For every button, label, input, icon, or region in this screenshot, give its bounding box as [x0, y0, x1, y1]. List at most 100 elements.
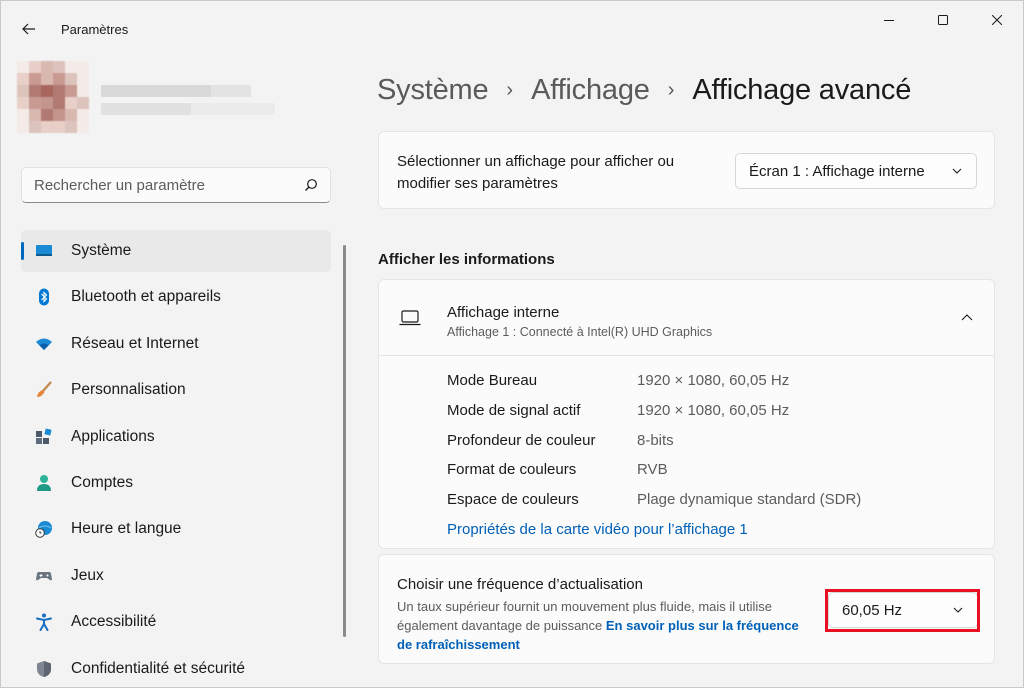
- wifi-icon: [36, 338, 52, 350]
- sidebar-item-label: Heure et langue: [71, 520, 182, 538]
- info-key: Espace de couleurs: [447, 491, 579, 508]
- chevron-up-icon[interactable]: [961, 313, 973, 321]
- avatar-pixel: [29, 61, 41, 73]
- page-title: Affichage avancé: [692, 73, 912, 106]
- sidebar-item-label: Jeux: [71, 566, 104, 584]
- adapter-properties-link[interactable]: Propriétés de la carte vidéo pour l’affi…: [447, 521, 748, 538]
- avatar-pixel: [77, 97, 89, 109]
- breadcrumb-systeme[interactable]: Système: [377, 74, 489, 107]
- sidebar-item-label: Bluetooth et appareils: [71, 288, 221, 306]
- info-value: RVB: [637, 461, 668, 478]
- accessibility-icon: [36, 613, 52, 632]
- avatar-pixel: [41, 85, 53, 97]
- avatar-pixel: [53, 121, 65, 133]
- display-select-label: Sélectionner un affichage pour afficher …: [397, 153, 675, 192]
- sidebar-item-label: Système: [71, 242, 132, 259]
- shield-icon: [37, 660, 51, 677]
- avatar[interactable]: [17, 61, 89, 133]
- laptop-icon: [399, 310, 421, 326]
- avatar-pixel: [53, 97, 65, 109]
- bluetooth-icon: [39, 288, 49, 306]
- sidebar-item-reseau[interactable]: Réseau et Internet: [21, 323, 331, 365]
- sidebar-item-systeme[interactable]: Système: [21, 230, 331, 272]
- sidebar-item-personnalisation[interactable]: Personnalisation: [21, 369, 331, 411]
- sidebar-item-comptes[interactable]: Comptes: [21, 462, 331, 504]
- avatar-pixel: [17, 121, 29, 133]
- info-key: Profondeur de couleur: [447, 432, 596, 449]
- avatar-pixel: [17, 97, 29, 109]
- avatar-pixel: [77, 121, 89, 133]
- avatar-pixel: [65, 85, 77, 97]
- search-icon: [305, 179, 317, 191]
- minimize-icon: [884, 20, 894, 21]
- sidebar-nav: Système Bluetooth et appareils Réseau et…: [21, 230, 331, 688]
- sidebar-item-bluetooth[interactable]: Bluetooth et appareils: [21, 276, 331, 318]
- display-info-header[interactable]: Affichage interne Affichage 1 : Connecté…: [379, 280, 994, 356]
- close-button[interactable]: [974, 1, 1020, 39]
- avatar-pixel: [29, 109, 41, 121]
- search-box[interactable]: [21, 167, 331, 203]
- avatar-pixel: [29, 121, 41, 133]
- settings-window: Paramètres Système: [0, 0, 1024, 688]
- chevron-right-icon: ›: [667, 78, 675, 101]
- breadcrumb-affichage[interactable]: Affichage: [531, 74, 650, 107]
- sidebar-item-label: Accessibilité: [71, 613, 157, 631]
- refresh-rate-card: Choisir une fréquence d’actualisation Un…: [378, 554, 995, 664]
- avatar-pixel: [41, 97, 53, 109]
- display-info-card: Affichage interne Affichage 1 : Connecté…: [378, 279, 995, 549]
- refresh-rate-dropdown[interactable]: 60,05 Hz: [828, 592, 978, 628]
- info-key: Format de couleurs: [447, 461, 577, 478]
- display-select-value: Écran 1 : Affichage interne: [749, 162, 925, 180]
- avatar-pixel: [65, 109, 77, 121]
- apps-icon: [36, 428, 52, 444]
- info-value: Plage dynamique standard (SDR): [637, 491, 862, 508]
- avatar-pixel: [65, 97, 77, 109]
- info-value: 8-bits: [637, 432, 674, 449]
- sidebar-item-applications[interactable]: Applications: [21, 416, 331, 458]
- sidebar-scrollbar[interactable]: [343, 245, 346, 637]
- avatar-pixel: [53, 73, 65, 85]
- avatar-pixel: [77, 61, 89, 73]
- breadcrumb: Système › Affichage › Affichage avancé: [377, 69, 911, 111]
- avatar-pixel: [77, 85, 89, 97]
- display-name: Affichage interne: [447, 304, 560, 321]
- refresh-rate-description: Un taux supérieur fournit un mouvement p…: [397, 597, 807, 654]
- avatar-pixel: [77, 73, 89, 85]
- sidebar-item-jeux[interactable]: Jeux: [21, 555, 331, 597]
- sidebar-item-confidentialite[interactable]: Confidentialité et sécurité: [21, 648, 331, 688]
- maximize-button[interactable]: [920, 1, 966, 39]
- avatar-pixel: [29, 73, 41, 85]
- sidebar-item-heure-langue[interactable]: Heure et langue: [21, 508, 331, 550]
- sidebar-item-label: Applications: [71, 427, 155, 445]
- maximize-icon: [938, 15, 948, 25]
- avatar-pixel: [65, 121, 77, 133]
- account-info-blurred: [97, 81, 277, 125]
- avatar-pixel: [17, 85, 29, 97]
- refresh-rate-value: 60,05 Hz: [842, 601, 903, 619]
- avatar-pixel: [65, 73, 77, 85]
- app-title: Paramètres: [61, 22, 129, 37]
- brush-icon: [37, 381, 52, 398]
- info-value: 1920 × 1080, 60,05 Hz: [637, 402, 790, 419]
- gamepad-icon: [36, 571, 52, 581]
- person-icon: [37, 474, 51, 491]
- sidebar-item-label: Réseau et Internet: [71, 334, 199, 352]
- refresh-rate-title: Choisir une fréquence d’actualisation: [397, 576, 643, 593]
- chevron-down-icon: [953, 607, 963, 613]
- back-button[interactable]: [13, 13, 45, 45]
- avatar-pixel: [41, 73, 53, 85]
- avatar-pixel: [41, 121, 53, 133]
- sidebar-item-accessibilite[interactable]: Accessibilité: [21, 601, 331, 643]
- back-arrow-icon: [22, 23, 35, 35]
- info-key: Mode Bureau: [447, 372, 538, 389]
- minimize-button[interactable]: [866, 1, 912, 39]
- info-value: 1920 × 1080, 60,05 Hz: [637, 372, 790, 389]
- display-select-dropdown[interactable]: Écran 1 : Affichage interne: [735, 153, 977, 189]
- avatar-pixel: [29, 85, 41, 97]
- avatar-pixel: [65, 61, 77, 73]
- search-input[interactable]: [34, 168, 294, 202]
- avatar-pixel: [17, 73, 29, 85]
- sidebar-item-label: Comptes: [71, 473, 134, 491]
- sidebar-item-label: Personnalisation: [71, 381, 186, 399]
- avatar-pixel: [53, 85, 65, 97]
